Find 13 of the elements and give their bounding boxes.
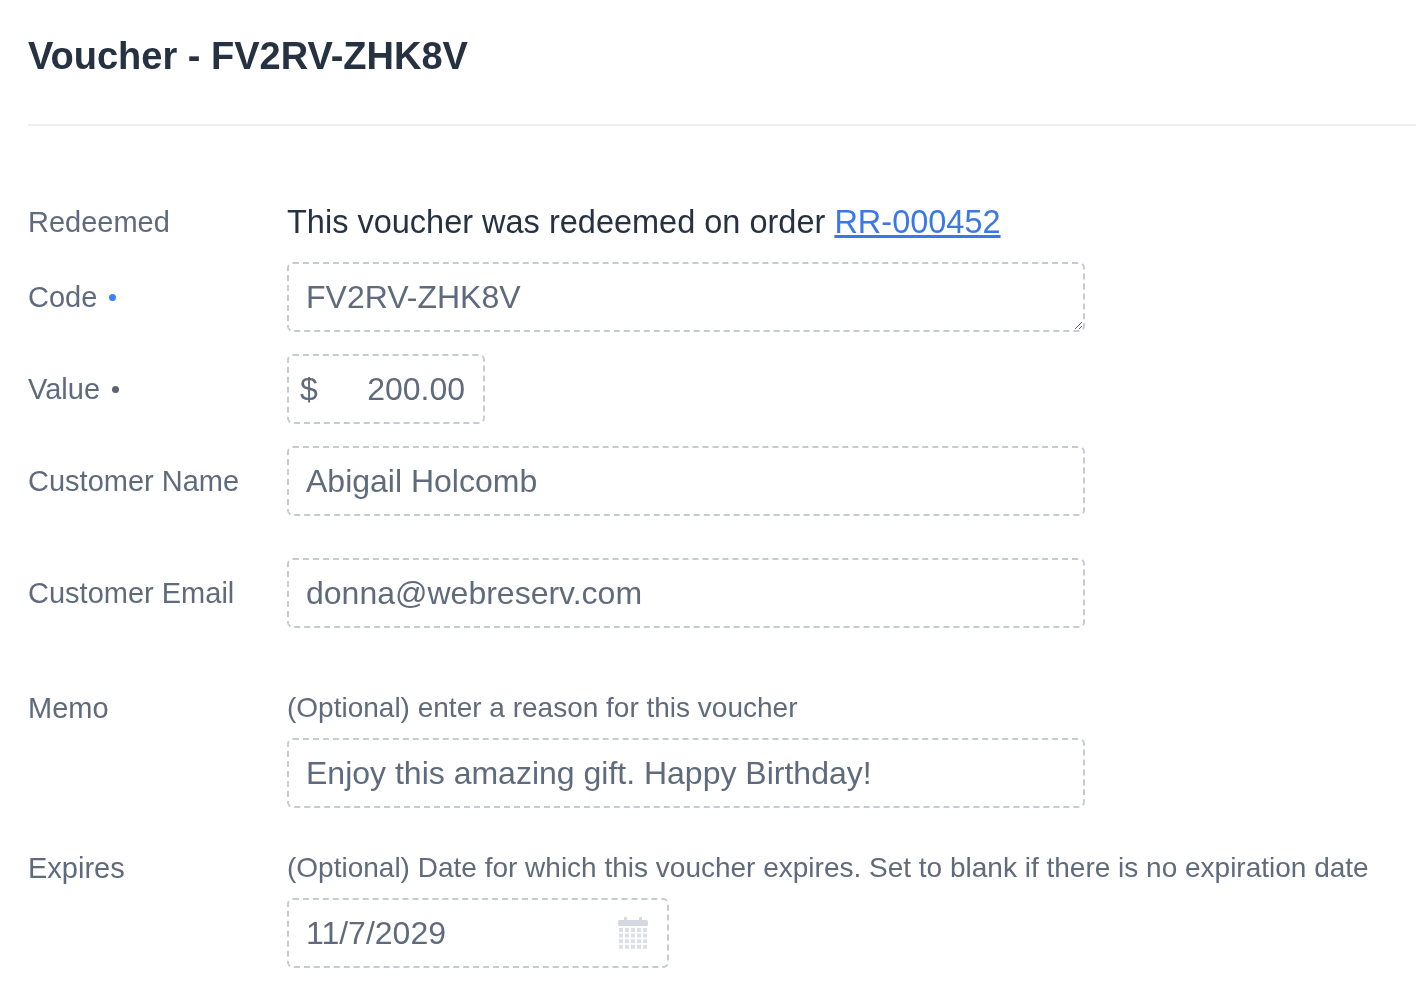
field-label: Code [28, 280, 98, 314]
field-label: Memo [28, 691, 109, 725]
field-label: Customer Name [28, 464, 240, 498]
currency-symbol: $ [300, 370, 318, 408]
order-link[interactable]: RR-000452 [834, 204, 1001, 240]
hint-text: (Optional) enter a reason for this voucher [287, 691, 798, 725]
field-label: Customer Email [28, 576, 235, 610]
hint-text: (Optional) Date for which this voucher expires. Set to blank if there is no expiration date [287, 851, 1369, 885]
field-label: Expires [28, 851, 125, 885]
page-title: Voucher - FV2RV-ZHK8V [28, 34, 468, 79]
field-label: Value [28, 372, 101, 406]
field-label: Redeemed [28, 205, 170, 239]
redeemed-note: This voucher was redeemed on order RR-000452 [287, 203, 1001, 241]
